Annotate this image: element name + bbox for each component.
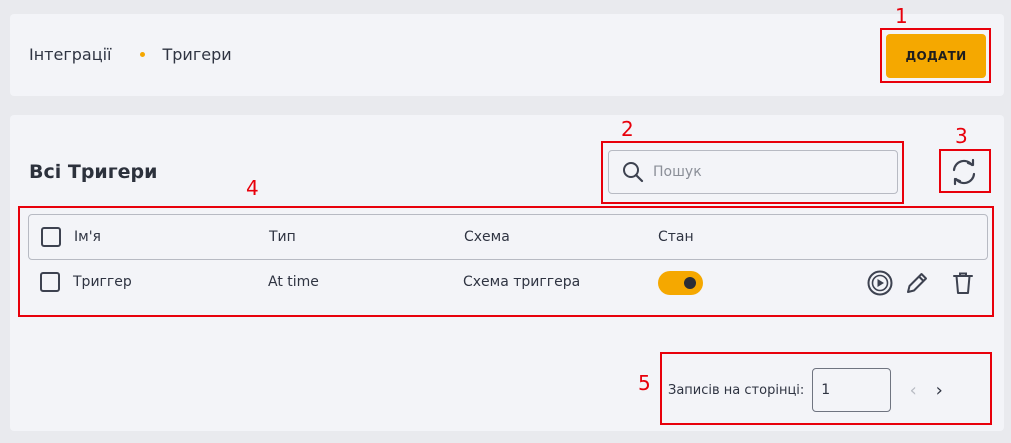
annotation-number-2: 2	[621, 117, 634, 141]
annotation-number-1: 1	[895, 4, 908, 28]
header-card: Інтеграції Тригери ДОДАТИ	[10, 14, 1004, 96]
annotation-box-5	[660, 352, 992, 425]
annotation-number-3: 3	[955, 124, 968, 148]
breadcrumb-parent[interactable]: Інтеграції	[29, 45, 112, 64]
breadcrumb-separator	[139, 52, 145, 57]
breadcrumb: Інтеграції Тригери	[29, 45, 232, 64]
annotation-box-1	[880, 28, 991, 83]
annotation-number-5: 5	[638, 371, 651, 395]
annotation-box-4	[18, 206, 994, 317]
breadcrumb-current: Тригери	[162, 45, 232, 64]
page-title: Всі Тригери	[29, 161, 158, 183]
annotation-box-3	[939, 149, 991, 193]
annotation-box-2	[601, 141, 904, 204]
annotation-number-4: 4	[246, 176, 259, 200]
